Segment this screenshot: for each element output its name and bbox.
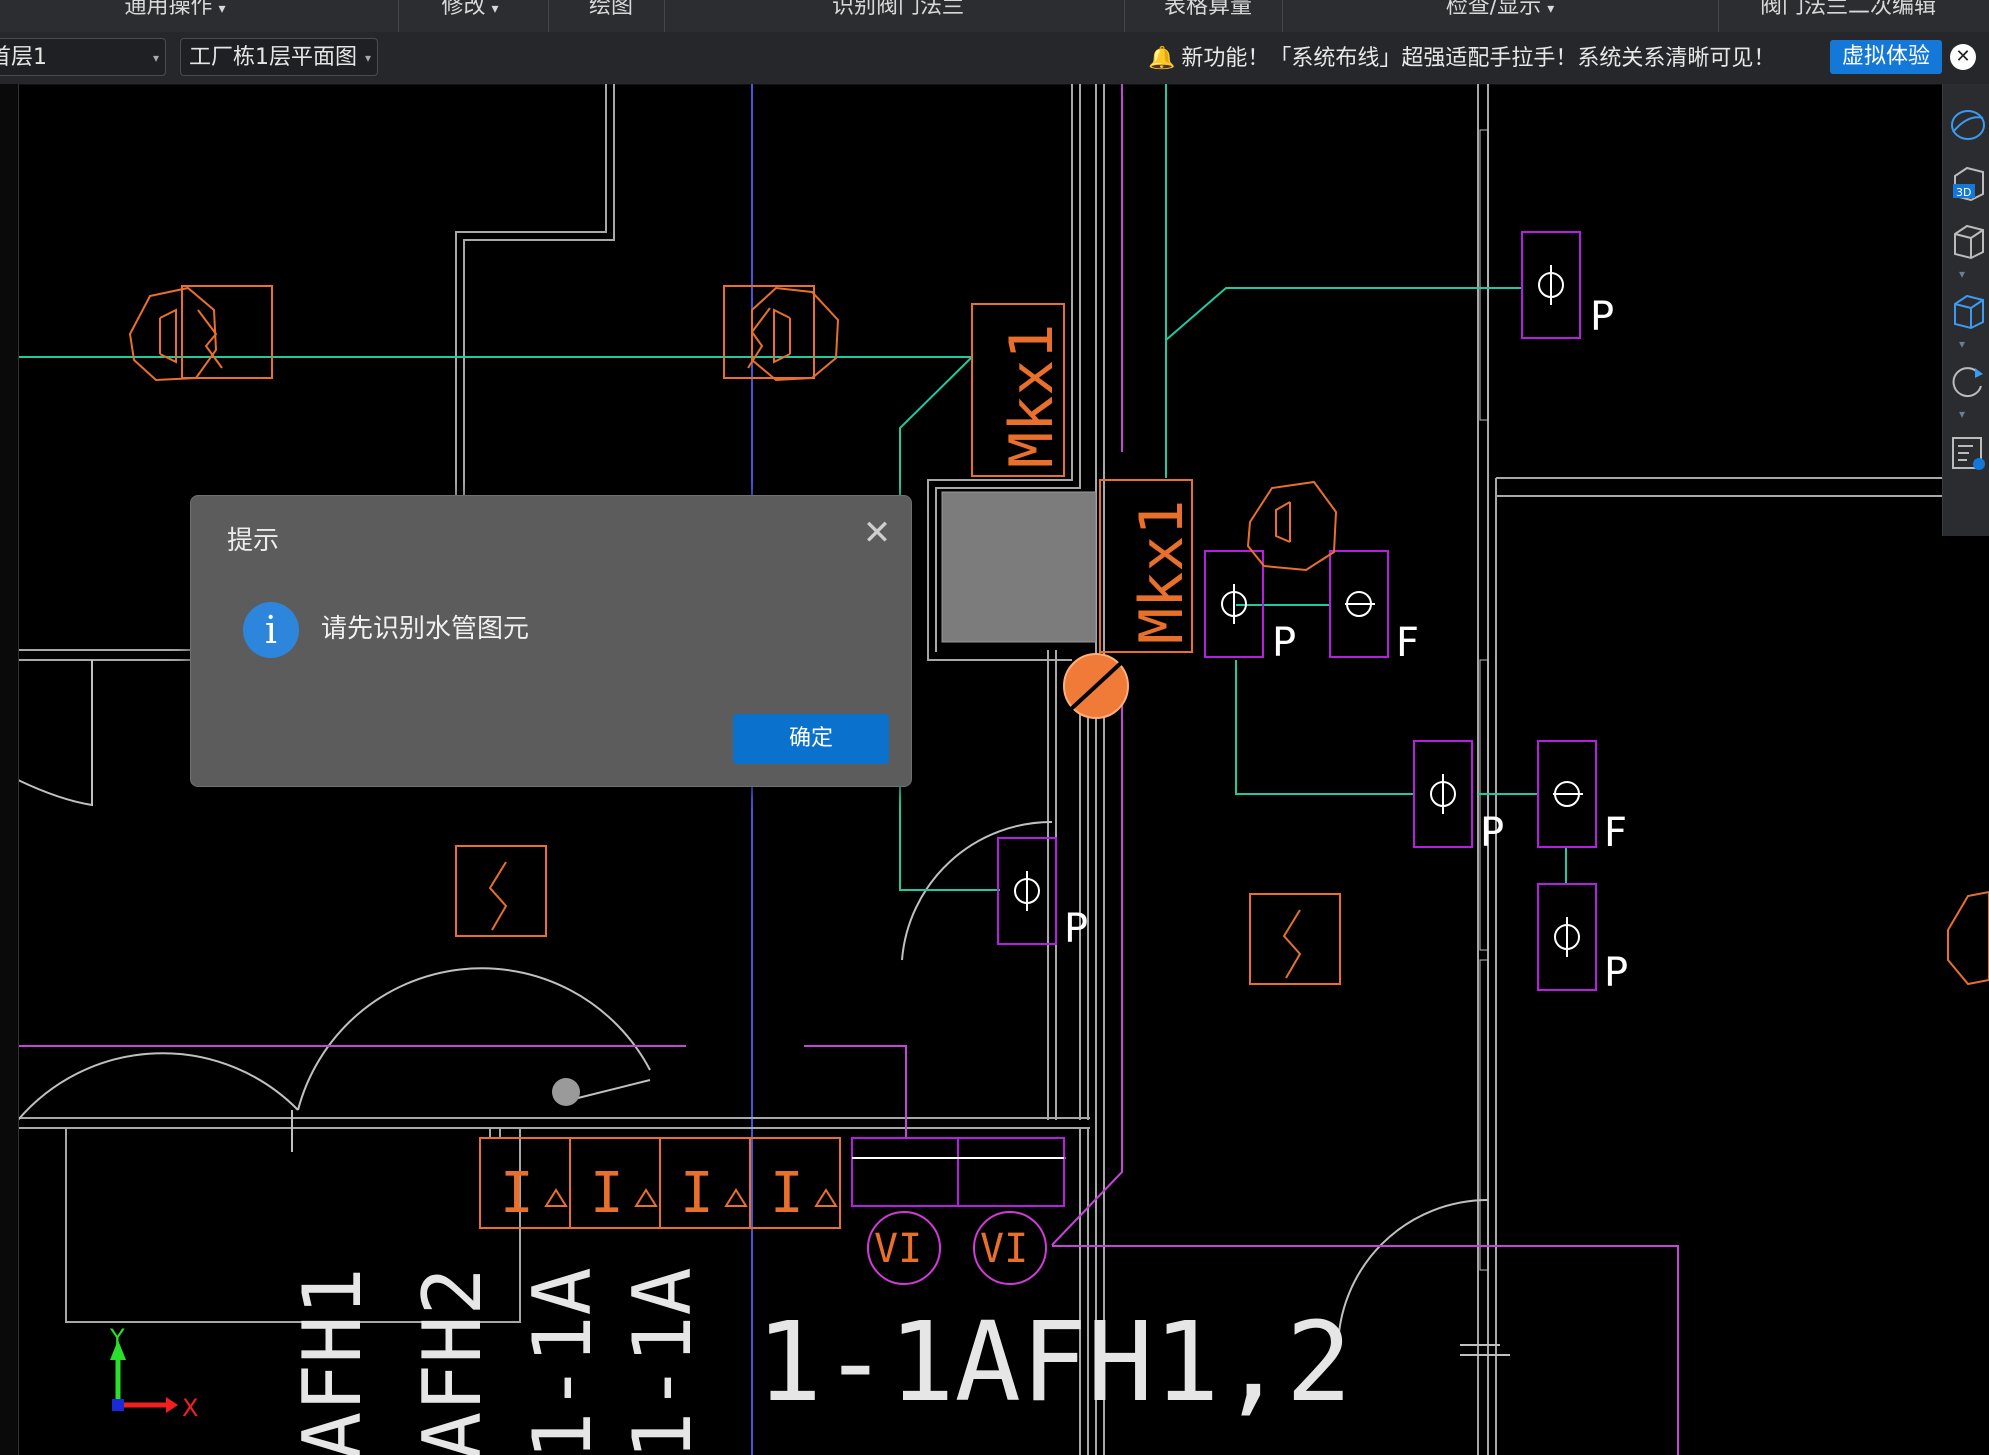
bottom-annotations: 1-1AFH1,2 AFH1 AFH2 1-1A 1-1A <box>286 1267 1352 1455</box>
prompt-dialog: 提示 ✕ i 请先识别水管图元 确定 <box>190 495 912 787</box>
column <box>1479 659 1489 951</box>
label-i: I <box>500 1161 534 1226</box>
menu-draw[interactable]: 绘图 <box>578 0 644 32</box>
chevron-down-icon[interactable]: ▾ <box>1959 338 1973 350</box>
label-p: P <box>1480 810 1504 856</box>
3d-view-icon[interactable]: 3D <box>1949 164 1987 202</box>
virtual-try-button[interactable]: 虚拟体验 <box>1830 40 1942 74</box>
chevron-down-icon[interactable]: ▾ <box>1959 268 1973 280</box>
bell-icon: 🔔 <box>1148 46 1176 71</box>
marker-dot <box>552 1078 580 1106</box>
label-f: F <box>1604 810 1627 856</box>
close-icon[interactable]: ✕ <box>861 516 893 550</box>
rotate-icon[interactable] <box>1949 362 1987 400</box>
menu-table-calc[interactable]: 表格算量 <box>1156 0 1260 32</box>
gray-block <box>941 491 1097 643</box>
i-labels: I I I I <box>500 1161 804 1226</box>
label-mkx-2: Mkx1 <box>1127 500 1197 645</box>
menu-valve-edit-label: 阀门法兰二次编辑 <box>1759 0 1936 19</box>
menu-check-display-label: 检查/显示 <box>1445 0 1542 19</box>
label-title: 1-1AFH1,2 <box>756 1298 1352 1426</box>
label-p: P <box>1064 906 1088 952</box>
label-p: P <box>1272 620 1296 666</box>
chevron-down-icon: ▾ <box>491 1 499 17</box>
label-afh2: AFH2 <box>406 1267 499 1455</box>
close-icon[interactable]: ✕ <box>1950 44 1976 70</box>
menu-table-calc-label: 表格算量 <box>1163 0 1252 19</box>
menu-separator <box>1124 0 1125 32</box>
box-view-icon[interactable] <box>1949 222 1987 260</box>
chevron-down-icon[interactable]: ▾ <box>1959 408 1973 420</box>
valve-boxes <box>851 231 1597 1207</box>
floor-select[interactable]: 首层1 ▾ <box>0 38 166 76</box>
menu-separator <box>398 0 399 32</box>
label-1-1a: 1-1A <box>516 1267 609 1455</box>
floor-select-value: 首层1 <box>0 45 47 70</box>
ucs-icon: Y X <box>109 1324 198 1422</box>
label-i: I <box>770 1161 804 1226</box>
orbit-icon[interactable] <box>1949 106 1987 144</box>
menu-separator <box>548 0 549 32</box>
menu-draw-label: 绘图 <box>588 0 633 19</box>
menu-separator <box>1282 0 1283 32</box>
valve-letters: P P F P F P P <box>1064 294 1628 996</box>
label-ucs-y: Y <box>109 1324 125 1352</box>
view-tool-palette: 3D ▾ ▾ ▾ <box>1942 84 1989 536</box>
box-view-blue-icon[interactable] <box>1949 292 1987 330</box>
menu-identify-valve[interactable]: 识别阀门法兰 <box>820 0 976 32</box>
label-i: I <box>680 1161 714 1226</box>
label-p: P <box>1604 950 1628 996</box>
vi-labels: VI VI <box>874 1226 1028 1272</box>
chevron-down-icon: ▾ <box>364 51 371 65</box>
label-p: P <box>1590 294 1614 340</box>
menu-general-ops-label: 通用操作 <box>124 0 213 19</box>
menu-check-display[interactable]: 检查/显示 ▾ <box>1430 0 1570 32</box>
column <box>1479 129 1489 421</box>
label-1-1a: 1-1A <box>616 1267 709 1455</box>
layer-list-icon[interactable] <box>1949 434 1987 472</box>
new-feature-text: 新功能！「系统布线」超强适配手拉手！系统关系清晰可见！ <box>1181 46 1776 71</box>
left-panel-strip <box>0 84 19 1455</box>
dialog-message: 请先识别水管图元 <box>321 614 530 644</box>
new-feature-notice[interactable]: 🔔 新功能！「系统布线」超强适配手拉手！系统关系清晰可见！ <box>1148 42 1775 76</box>
menu-separator <box>664 0 665 32</box>
label-mkx-1: Mkx1 <box>997 324 1067 469</box>
ok-button[interactable]: 确定 <box>733 714 889 764</box>
label-vi: VI <box>980 1226 1028 1272</box>
dialog-title: 提示 <box>227 526 280 556</box>
label-i: I <box>590 1161 624 1226</box>
chevron-down-icon: ▾ <box>1547 1 1555 17</box>
toolbar: 首层1 ▾ 工厂栋1层平面图 ▾ 🔔新功能！「系统布线」超强适配手拉手！系统关系… <box>0 32 1989 85</box>
menu-general-ops[interactable]: 通用操作 ▾ <box>110 0 240 32</box>
label-afh1: AFH1 <box>286 1267 379 1455</box>
menu-separator <box>1718 0 1719 32</box>
chevron-down-icon: ▾ <box>218 1 226 17</box>
3d-label: 3D <box>1956 186 1971 199</box>
label-vi: VI <box>874 1226 922 1272</box>
info-icon: i <box>243 602 299 658</box>
menu-modify-label: 修改 <box>441 0 486 19</box>
menu-modify[interactable]: 修改 ▾ <box>430 0 510 32</box>
label-f: F <box>1396 620 1419 666</box>
chevron-down-icon: ▾ <box>152 51 159 65</box>
menu-valve-edit[interactable]: 阀门法兰二次编辑 <box>1748 0 1948 32</box>
label-ucs-x: X <box>182 1394 198 1422</box>
menu-identify-valve-label: 识别阀门法兰 <box>831 0 964 19</box>
menu-bar: 通用操作 ▾ 修改 ▾ 绘图 识别阀门法兰 表格算量 检查/显示 ▾ 阀门法兰二次编辑 <box>0 0 1989 33</box>
drawing-select[interactable]: 工厂栋1层平面图 ▾ <box>180 38 378 76</box>
column <box>1479 959 1489 1271</box>
drawing-select-value: 工厂栋1层平面图 <box>189 45 357 70</box>
